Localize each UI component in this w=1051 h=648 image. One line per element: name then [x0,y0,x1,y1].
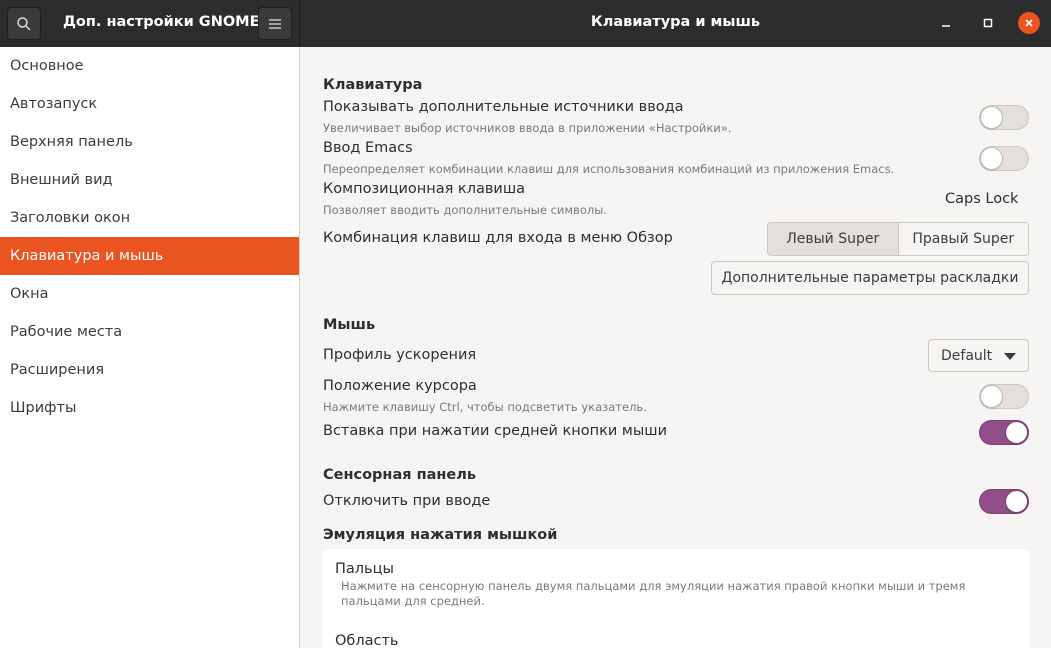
switch-knob [980,106,1003,129]
hamburger-icon [269,18,281,29]
disable-typing-switch[interactable] [979,489,1029,514]
sidebar-item-general[interactable]: Основное [0,47,299,85]
app-title: Доп. настройки GNOME [63,14,260,30]
area-option-label[interactable]: Область [335,633,398,648]
close-icon [1025,19,1033,27]
overview-shortcut-toggle: Левый Super Правый Super [767,222,1029,256]
sidebar-item-windows[interactable]: Окна [0,275,299,313]
headerbar-sidebar-section: Доп. настройки GNOME [0,0,300,47]
click-emulation-section-title: Эмуляция нажатия мышкой [323,527,558,543]
layout-options-button[interactable]: Дополнительные параметры раскладки [711,261,1029,295]
extra-sources-desc: Увеличивает выбор источников ввода в при… [323,121,732,135]
compose-key-value[interactable]: Caps Lock [945,191,1018,207]
main-panel: Клавиатура Показывать дополнительные ист… [301,47,1051,648]
sidebar-item-appearance[interactable]: Внешний вид [0,161,299,199]
emacs-label: Ввод Emacs [323,140,413,156]
compose-label: Композиционная клавиша [323,181,525,197]
cursor-position-label: Положение курсора [323,378,477,394]
sidebar-item-fonts[interactable]: Шрифты [0,389,299,427]
switch-knob [980,147,1003,170]
menu-button[interactable] [258,7,292,40]
search-icon [17,16,31,31]
sidebar-item-keyboard-mouse[interactable]: Клавиатура и мышь [0,237,299,275]
maximize-icon [983,18,993,28]
keyboard-section-title: Клавиатура [323,77,423,93]
sidebar: Основное Автозапуск Верхняя панель Внешн… [0,47,300,648]
minimize-icon [942,25,950,27]
maximize-button[interactable] [977,12,999,34]
overview-shortcut-label: Комбинация клавиш для входа в меню Обзор [323,230,673,246]
accel-profile-value: Default [941,347,993,364]
emacs-switch[interactable] [979,146,1029,171]
touchpad-section-title: Сенсорная панель [323,467,477,483]
click-emulation-list: Пальцы Нажмите на сенсорную панель двумя… [323,549,1029,648]
disable-typing-label: Отключить при вводе [323,493,491,509]
switch-knob [1005,490,1028,513]
left-super-button[interactable]: Левый Super [768,223,898,255]
switch-knob [980,385,1003,408]
middle-paste-label: Вставка при нажатии средней кнопки мыши [323,423,667,439]
switch-knob [1005,421,1028,444]
fingers-option-label[interactable]: Пальцы [335,561,394,577]
extra-sources-label: Показывать дополнительные источники ввод… [323,99,684,115]
sidebar-item-startup[interactable]: Автозапуск [0,85,299,123]
close-button[interactable] [1018,12,1040,34]
minimize-button[interactable] [935,12,957,34]
search-button[interactable] [7,7,41,40]
extra-sources-switch[interactable] [979,105,1029,130]
sidebar-item-top-bar[interactable]: Верхняя панель [0,123,299,161]
sidebar-item-workspaces[interactable]: Рабочие места [0,313,299,351]
right-super-button[interactable]: Правый Super [897,223,1028,255]
dropdown-arrow-icon [1004,353,1016,360]
emacs-desc: Переопределяет комбинации клавиш для исп… [323,162,895,176]
sidebar-item-window-titlebars[interactable]: Заголовки окон [0,199,299,237]
compose-desc: Позволяет вводить дополнительные символы… [323,203,607,217]
accel-profile-label: Профиль ускорения [323,347,477,363]
cursor-position-switch[interactable] [979,384,1029,409]
accel-profile-dropdown[interactable]: Default [928,339,1029,372]
mouse-section-title: Мышь [323,317,376,333]
middle-paste-switch[interactable] [979,420,1029,445]
cursor-position-desc: Нажмите клавишу Ctrl, чтобы подсветить у… [323,400,647,414]
fingers-option-desc: Нажмите на сенсорную панель двумя пальца… [341,579,966,608]
headerbar: Доп. настройки GNOME Клавиатура и мышь [0,0,1051,47]
sidebar-item-extensions[interactable]: Расширения [0,351,299,389]
